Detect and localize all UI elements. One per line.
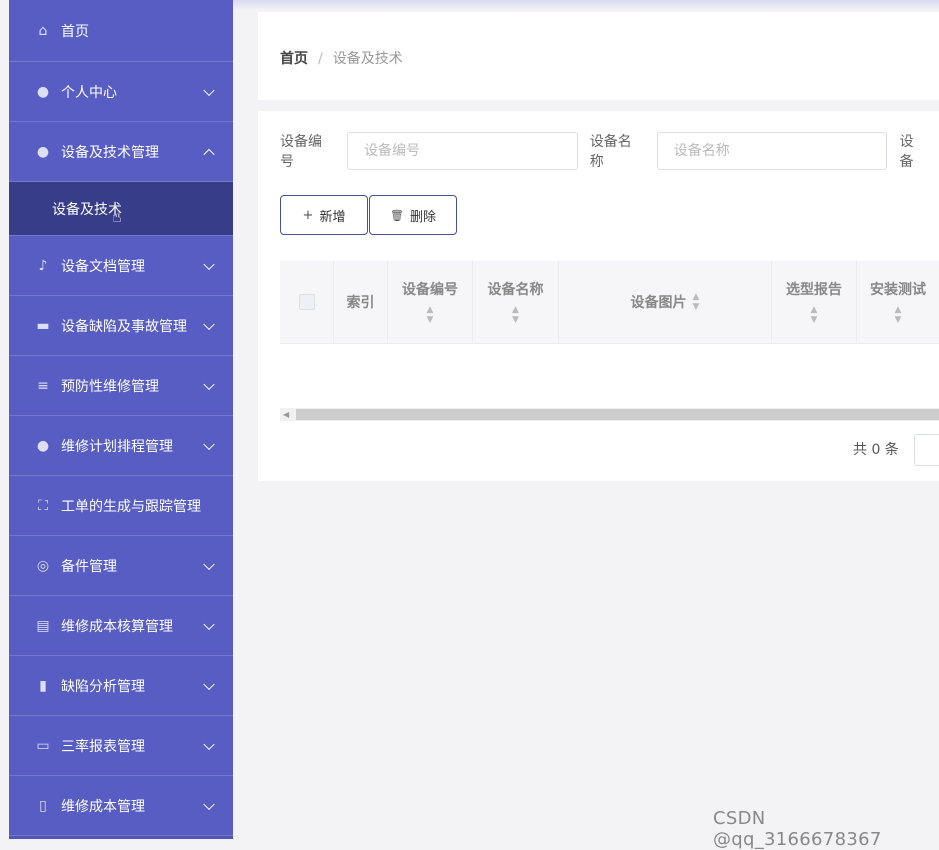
column-header-index: 索引 xyxy=(334,261,388,343)
menu-lines-icon: ≡ xyxy=(37,377,49,394)
sidebar-item[interactable]: ♪ 设备文档管理 xyxy=(9,236,233,296)
device-id-label: 设备编号 xyxy=(280,134,322,170)
header-card: 首页 / 设备及技术 xyxy=(258,12,939,100)
scroll-left-icon[interactable]: ◀ xyxy=(283,408,289,421)
horizontal-scrollbar[interactable]: ◀ xyxy=(280,408,939,421)
sort-icon[interactable]: ▲ ▼ xyxy=(512,305,519,325)
sidebar-item-label: 维修成本管理 xyxy=(61,798,145,815)
sidebar-item-label: 备件管理 xyxy=(61,558,117,575)
sort-icon[interactable]: ▲ ▼ xyxy=(895,305,902,325)
sidebar-item[interactable]: ● 个人中心 xyxy=(9,62,233,122)
book-icon: ▮ xyxy=(39,677,47,694)
sidebar-item-label: 设备及技术管理 xyxy=(61,144,159,161)
sidebar: ⌂ 首页 ● 个人中心 ● 设备及技术管理 设备及技术 ♪ 设备文档管理 ▬ 设备缺陷及事故管理 ≡ 预… xyxy=(9,0,233,839)
mouse-pointer-icon: ☝ xyxy=(112,207,122,226)
page-size-select[interactable] xyxy=(914,434,939,466)
column-header-device-id[interactable]: 设备编号 ▲ ▼ xyxy=(388,261,473,343)
sidebar-item-label: 维修成本核算管理 xyxy=(61,618,173,635)
chevron-down-icon xyxy=(203,258,215,270)
header-shadow xyxy=(233,0,939,10)
watermark: CSDN @qq_3166678367 xyxy=(713,808,882,850)
chevron-up-icon xyxy=(203,148,215,160)
sidebar-item-label: 三率报表管理 xyxy=(61,738,145,755)
sidebar-item-label: 个人中心 xyxy=(61,84,117,101)
chevron-down-icon xyxy=(203,738,215,750)
sidebar-item[interactable]: ≡ 预防性维修管理 xyxy=(9,356,233,416)
user-icon: ● xyxy=(36,143,50,160)
device-id-input[interactable] xyxy=(347,132,578,170)
chevron-down-icon xyxy=(203,378,215,390)
sidebar-item[interactable]: ▯ 维修成本管理 xyxy=(9,776,233,836)
monitor-icon: ▭ xyxy=(36,737,50,754)
sidebar-item[interactable]: ● 设备及技术管理 xyxy=(9,122,233,182)
delete-button-label: 删除 xyxy=(409,209,436,225)
select-all-cell xyxy=(280,261,334,343)
sort-icon[interactable]: ▲ ▼ xyxy=(811,305,818,325)
chat-icon: ▬ xyxy=(36,317,50,334)
column-header-selection-report[interactable]: 选型报告 ▲ ▼ xyxy=(772,261,857,343)
pagination-total: 共 0 条 xyxy=(853,442,899,458)
chevron-down-icon xyxy=(203,84,215,96)
sidebar-item[interactable]: ⛶ 工单的生成与跟踪管理 xyxy=(9,476,233,536)
phone-icon: ▯ xyxy=(39,797,47,814)
user-icon: ● xyxy=(36,83,50,100)
content-card: 设备编号 设备名称 设备 + 新增 🗑 删除 索引 设备编号 ▲▼ 设备名称 ▲… xyxy=(258,111,939,481)
device-name-input[interactable] xyxy=(656,132,888,170)
add-button-label: 新增 xyxy=(319,209,346,225)
column-header-device-image[interactable]: 设备图片 ▲ ▼ xyxy=(559,261,772,343)
select-all-checkbox[interactable] xyxy=(298,294,315,310)
lightbulb-icon: ● xyxy=(36,437,50,454)
breadcrumb: 首页 / 设备及技术 xyxy=(280,48,403,68)
fullscreen-icon: ⛶ xyxy=(38,497,48,514)
microphone-icon: ♪ xyxy=(38,257,48,274)
delete-button[interactable]: 🗑 删除 xyxy=(369,195,457,235)
chevron-down-icon xyxy=(203,438,215,450)
sidebar-item-label: 预防性维修管理 xyxy=(61,378,159,395)
breadcrumb-separator: / xyxy=(318,51,323,67)
search-form: 设备编号 设备名称 设备 xyxy=(280,131,939,171)
chevron-down-icon xyxy=(203,678,215,690)
column-header-device-name[interactable]: 设备名称 ▲ ▼ xyxy=(473,261,559,343)
sidebar-item-label: 维修计划排程管理 xyxy=(61,438,173,455)
device-name-label: 设备名称 xyxy=(589,134,632,170)
chevron-down-icon xyxy=(203,318,215,330)
lifebuoy-icon: ◎ xyxy=(36,557,50,574)
sidebar-item-label: 工单的生成与跟踪管理 xyxy=(61,498,201,515)
third-field-label: 设备 xyxy=(899,134,914,170)
sidebar-item-label: 设备文档管理 xyxy=(61,258,145,275)
clipboard-icon: ▤ xyxy=(36,617,50,634)
home-icon: ⌂ xyxy=(38,22,48,39)
scrollbar-thumb[interactable] xyxy=(296,409,939,420)
column-header-installation-test[interactable]: 安装测试 ▲ ▼ xyxy=(857,261,939,343)
breadcrumb-current: 设备及技术 xyxy=(332,51,403,67)
sidebar-item[interactable]: ● 维修计划排程管理 xyxy=(9,416,233,476)
sidebar-item[interactable]: ◎ 备件管理 xyxy=(9,536,233,596)
add-button[interactable]: + 新增 xyxy=(280,195,368,235)
trash-icon: 🗑 xyxy=(390,208,404,222)
chevron-down-icon xyxy=(203,558,215,570)
plus-icon: + xyxy=(302,207,314,223)
sort-icon[interactable]: ▲ ▼ xyxy=(427,305,434,325)
sidebar-item[interactable]: ▮ 缺陷分析管理 xyxy=(9,656,233,716)
sidebar-item[interactable]: ▬ 设备缺陷及事故管理 xyxy=(9,296,233,356)
sidebar-item-label: 缺陷分析管理 xyxy=(61,678,145,695)
chevron-down-icon xyxy=(203,618,215,630)
sidebar-item[interactable]: ▭ 三率报表管理 xyxy=(9,716,233,776)
sidebar-item[interactable]: ▤ 维修成本核算管理 xyxy=(9,596,233,656)
breadcrumb-home[interactable]: 首页 xyxy=(280,51,308,67)
sidebar-item-label: 首页 xyxy=(61,23,89,40)
sidebar-item-label: 设备缺陷及事故管理 xyxy=(61,318,187,335)
chevron-down-icon xyxy=(203,798,215,810)
sidebar-item[interactable]: ⌂ 首页 xyxy=(9,0,233,62)
table-header: 索引 设备编号 ▲ ▼ 设备名称 ▲ ▼ 设备图片 ▲ ▼ 选型报告 ▲ ▼ 安装测试 … xyxy=(280,261,939,344)
sort-icon[interactable]: ▲ ▼ xyxy=(693,292,700,312)
